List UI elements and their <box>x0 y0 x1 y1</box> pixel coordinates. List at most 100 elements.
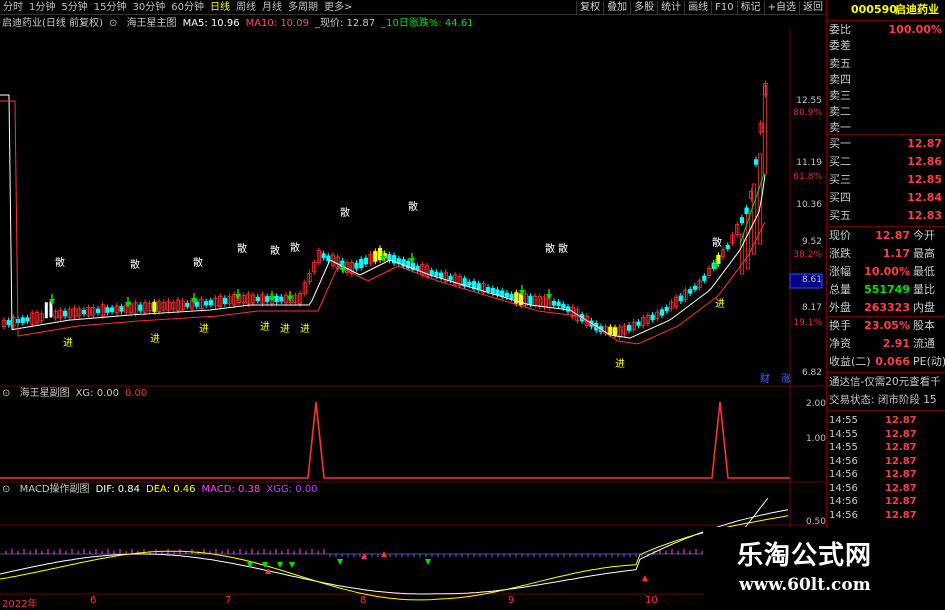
quote-value: 12.86 <box>907 155 942 168</box>
candle <box>509 294 514 299</box>
quote-row: 收益(二) 0.066 PE(动) <box>827 354 945 370</box>
quote-label: 卖五 <box>829 57 851 70</box>
sub1-title[interactable]: 海王星副图 <box>20 388 70 399</box>
sell-mark: 散 <box>55 256 65 269</box>
candle <box>762 85 768 175</box>
sell-mark: 散 <box>408 200 418 213</box>
candle <box>561 303 566 309</box>
candle <box>565 306 571 312</box>
candle <box>274 295 279 303</box>
candle <box>528 295 533 305</box>
tick-price: 12.87 <box>885 469 917 480</box>
quote-value: 10.00% <box>864 265 910 278</box>
price-axis-label: 80.9% <box>793 108 822 118</box>
candle <box>354 262 359 269</box>
candle <box>627 324 632 331</box>
tool-button[interactable]: F10 <box>711 1 736 15</box>
period-tab[interactable]: 更多> <box>321 1 355 15</box>
tick-time: 14:56 <box>829 469 858 480</box>
candle <box>495 289 500 296</box>
quote-label: 涨幅 <box>829 265 851 278</box>
candle <box>326 255 331 261</box>
kline-chart[interactable]: 散散散散散散散散散 散散进 进进进进进进进 <box>0 14 826 609</box>
sub2-title[interactable]: MACD操作副图 <box>20 484 90 495</box>
axis-label: 6 <box>90 595 97 606</box>
period-tab[interactable]: 30分钟 <box>129 1 168 15</box>
tool-button[interactable]: 多股 <box>630 1 657 15</box>
tick-time: 14:55 <box>829 428 858 440</box>
quote-row: 卖二 <box>827 104 945 120</box>
sell-mark: 散 <box>545 242 555 255</box>
tool-button[interactable]: 画线 <box>684 1 711 15</box>
tick-price: 12.87 <box>885 442 917 453</box>
dif-value: DIF: 0.84 <box>95 484 141 495</box>
quote-label: 卖三 <box>829 89 851 102</box>
tick-row: 14:56 12.87 <box>827 455 945 468</box>
period-tab[interactable]: 5分钟 <box>58 1 90 15</box>
period-tab[interactable]: 月线 <box>259 1 285 15</box>
macd-value: MACD: 0.38 <box>201 484 261 495</box>
candle <box>659 309 665 316</box>
tool-button[interactable]: 复权 <box>576 1 603 15</box>
candle <box>556 301 561 306</box>
period-tab[interactable]: 60分钟 <box>168 1 207 15</box>
quote-label-2: 最低 <box>913 265 935 278</box>
axis-label: 10 <box>645 595 658 606</box>
quote-row: 现价 12.87 今开 <box>827 228 945 244</box>
notice-text[interactable]: 通达信-仅需20元查看千 <box>829 374 941 390</box>
axis-label: 9 <box>508 595 515 606</box>
quote-label: 收益(二) <box>829 355 871 368</box>
tick-row: 14:55 12.87 <box>827 414 945 427</box>
down-arrow <box>337 559 343 565</box>
period-tab[interactable]: 分时 <box>0 1 26 15</box>
price-axis-label: 10.36 <box>796 200 822 210</box>
candle <box>448 276 453 281</box>
quote-label-2: 流通 <box>913 337 935 350</box>
candle <box>373 251 378 262</box>
tool-button[interactable]: 叠加 <box>603 1 630 15</box>
sell-mark: 散 <box>193 256 203 269</box>
period-tab[interactable]: 多周期 <box>285 1 321 15</box>
ma5-line <box>0 94 766 339</box>
dif-line <box>0 509 789 595</box>
candle <box>744 207 749 215</box>
candle <box>702 275 707 281</box>
price-axis-label: 11.19 <box>796 158 822 168</box>
weicha-row: 委差 <box>827 38 945 54</box>
candle <box>485 287 491 292</box>
candle <box>739 233 745 275</box>
period-tab[interactable]: 日线 <box>207 1 233 15</box>
candle <box>359 258 364 268</box>
stock-name: 启迪药业 <box>895 3 939 16</box>
tick-row: 14:56 12.87 <box>827 495 945 508</box>
quote-row: 买四 12.84 <box>827 190 945 206</box>
quote-row: 买一 12.87 <box>827 136 945 152</box>
period-tab[interactable]: 周线 <box>233 1 259 15</box>
quote-value: 12.84 <box>907 191 942 204</box>
price-axis-label: 61.8% <box>793 172 822 182</box>
tick-time: 14:56 <box>829 482 858 494</box>
buy-mark: 进 <box>300 323 310 335</box>
candle <box>608 326 613 335</box>
tool-button[interactable]: 统计 <box>657 1 684 15</box>
sell-mark: 散 <box>290 241 300 254</box>
notice-row[interactable]: 通达信-仅需20元查看千 <box>827 374 945 390</box>
candle <box>725 244 730 250</box>
quote-row: 总量 551749 量比 <box>827 282 945 298</box>
limit-up-label[interactable]: 涨 <box>781 370 791 385</box>
tick-row: 14:56 12.87 <box>827 468 945 481</box>
tool-button[interactable]: 标记 <box>736 1 764 15</box>
period-tab[interactable]: 15分钟 <box>91 1 130 15</box>
candle <box>753 159 759 165</box>
settings-icon[interactable]: ⊙ <box>2 484 10 495</box>
period-tab[interactable]: 1分钟 <box>26 1 58 15</box>
candle <box>467 281 472 286</box>
watermark-title: 乐淘公式网 <box>737 541 873 571</box>
candle <box>745 213 751 270</box>
tick-price: 12.87 <box>885 496 917 507</box>
finance-label[interactable]: 财 <box>760 370 770 385</box>
settings-icon[interactable]: ⊙ <box>2 388 10 399</box>
period-toolbar: 分时 1分钟 5分钟 15分钟 30分钟 60分钟 日线 周线 月线 多周期 更多> 复权 叠加 多股统… <box>0 0 826 15</box>
quote-row: 卖三 <box>827 88 945 104</box>
buy-mark: 进 <box>63 337 73 349</box>
